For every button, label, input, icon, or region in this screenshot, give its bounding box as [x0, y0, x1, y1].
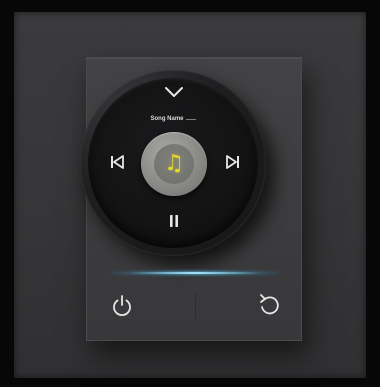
status-light [130, 272, 260, 274]
music-note-icon: ♫ [164, 151, 184, 176]
song-title-underline [185, 118, 196, 120]
power-button[interactable] [102, 288, 142, 322]
song-title: Song Name [128, 113, 218, 125]
button-divider [195, 292, 196, 320]
skip-next-icon[interactable] [224, 154, 242, 170]
pause-icon[interactable] [166, 213, 182, 229]
repeat-button[interactable] [249, 288, 289, 322]
song-name-label: Song Name [150, 116, 184, 122]
power-icon [113, 295, 131, 317]
now-playing-button[interactable]: ♫ [141, 132, 207, 196]
chevron-down-icon[interactable] [163, 85, 185, 99]
skip-previous-icon[interactable] [108, 154, 126, 170]
now-playing-inner: ♫ [154, 144, 194, 184]
rotate-icon [260, 294, 279, 315]
